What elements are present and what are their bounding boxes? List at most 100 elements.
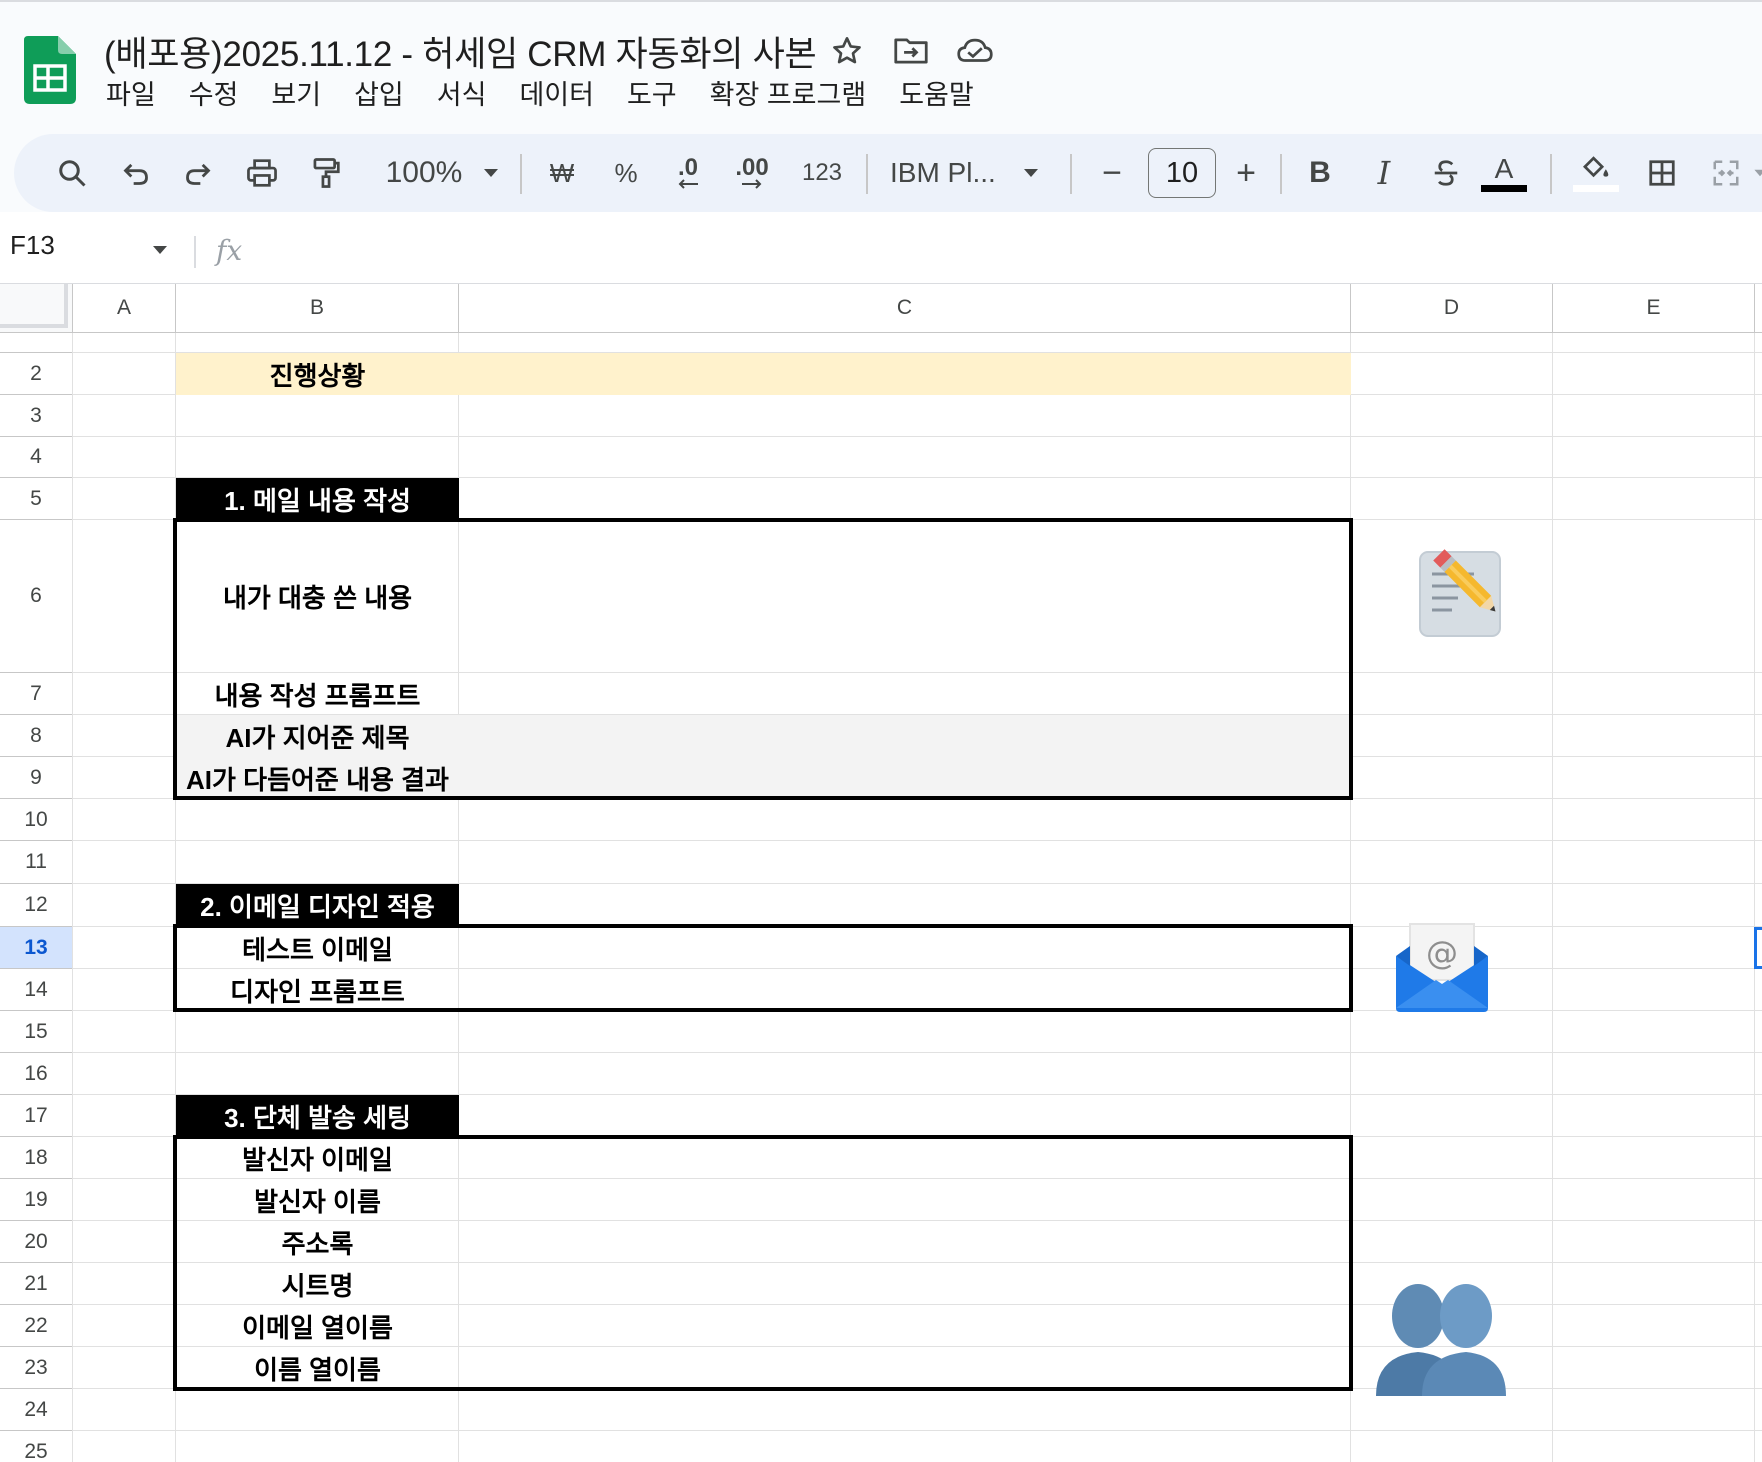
section3-sheet-name-label[interactable]: 시트명	[176, 1263, 459, 1305]
document-title[interactable]: (배포용)2025.11.12 - 허세임 CRM 자동화의 사본	[104, 26, 817, 77]
zoom-chevron-down-icon[interactable]	[476, 134, 506, 212]
row-header-17[interactable]: 17	[0, 1095, 73, 1137]
borders-icon[interactable]	[1640, 134, 1684, 212]
section1-ai-result-label[interactable]: AI가 다듬어준 내용 결과	[176, 757, 459, 799]
font-family-select[interactable]: IBM Pl...	[886, 134, 1016, 212]
row-header-5[interactable]: 5	[0, 478, 73, 520]
more-formats-button[interactable]: 123	[792, 134, 852, 212]
column-header-d[interactable]: D	[1351, 284, 1553, 333]
memo-pencil-icon[interactable]	[1418, 548, 1510, 643]
currency-format-button[interactable]: ₩	[540, 134, 584, 212]
section3-sender-name-label[interactable]: 발신자 이름	[176, 1179, 459, 1221]
move-to-folder-icon[interactable]	[892, 32, 930, 70]
row-header-11[interactable]: 11	[0, 841, 73, 884]
menu-format[interactable]: 서식	[437, 78, 487, 112]
formula-bar: F13 fx	[0, 212, 1762, 284]
section1-ai-title-label[interactable]: AI가 지어준 제목	[176, 715, 459, 757]
cloud-saved-icon[interactable]	[956, 32, 994, 70]
column-header-b[interactable]: B	[176, 284, 459, 333]
decrease-font-size-button[interactable]: −	[1090, 134, 1134, 212]
row-header-18[interactable]: 18	[0, 1137, 73, 1179]
row-header-16[interactable]: 16	[0, 1053, 73, 1095]
percent-format-button[interactable]: %	[604, 134, 648, 212]
section2-design-prompt-label[interactable]: 디자인 프롬프트	[176, 969, 459, 1011]
undo-icon[interactable]	[114, 134, 158, 212]
section3-address-book-label[interactable]: 주소록	[176, 1221, 459, 1263]
row-header-3[interactable]: 3	[0, 395, 73, 437]
column-header-f-partial[interactable]	[1755, 284, 1762, 333]
row-header-24[interactable]: 24	[0, 1389, 73, 1431]
section2-header[interactable]: 2. 이메일 디자인 적용	[176, 884, 459, 926]
merge-cells-icon[interactable]	[1704, 134, 1748, 212]
section3-header[interactable]: 3. 단체 발송 세팅	[176, 1095, 459, 1137]
section3-email-column-label[interactable]: 이메일 열이름	[176, 1305, 459, 1347]
section1-prompt-label[interactable]: 내용 작성 프롬프트	[176, 673, 459, 715]
row-header-20[interactable]: 20	[0, 1221, 73, 1263]
grid-row-line	[73, 840, 1762, 841]
selected-cell-edge	[1754, 927, 1762, 969]
google-sheets-icon[interactable]	[24, 36, 76, 104]
row-header-19[interactable]: 19	[0, 1179, 73, 1221]
row-header-7[interactable]: 7	[0, 673, 73, 715]
select-all-corner[interactable]	[0, 284, 73, 333]
fill-color-icon[interactable]	[1566, 134, 1626, 212]
section2-test-email-label[interactable]: 테스트 이메일	[176, 927, 459, 969]
row-header-23[interactable]: 23	[0, 1347, 73, 1389]
row-header-22[interactable]: 22	[0, 1305, 73, 1347]
row-header-15[interactable]: 15	[0, 1011, 73, 1053]
column-header-e[interactable]: E	[1553, 284, 1755, 333]
row-header-8[interactable]: 8	[0, 715, 73, 757]
row-header-12[interactable]: 12	[0, 884, 73, 927]
paint-format-icon[interactable]	[304, 134, 348, 212]
envelope-at-icon[interactable]: @	[1394, 920, 1490, 1017]
people-silhouette-icon[interactable]	[1376, 1278, 1506, 1403]
zoom-select[interactable]: 100%	[374, 134, 474, 212]
font-size-input[interactable]: 10	[1148, 148, 1216, 198]
strikethrough-icon[interactable]	[1424, 134, 1468, 212]
menu-tools[interactable]: 도구	[627, 78, 677, 112]
row-header-25[interactable]: 25	[0, 1431, 73, 1462]
toolbar-area: 100% ₩ % .0 .00 123 IBM Pl... − 10 + B I	[0, 130, 1762, 212]
row-header-10[interactable]: 10	[0, 799, 73, 841]
column-header-a[interactable]: A	[73, 284, 176, 333]
name-box-chevron-down-icon[interactable]	[152, 242, 168, 260]
name-box[interactable]: F13	[10, 230, 55, 261]
section3-sender-email-label[interactable]: 발신자 이메일	[176, 1137, 459, 1179]
menu-edit[interactable]: 수정	[189, 78, 239, 112]
menu-data[interactable]: 데이터	[519, 78, 594, 112]
row-header-partial[interactable]	[0, 333, 73, 353]
star-icon[interactable]	[828, 32, 866, 70]
section1-rough-draft-label[interactable]: 내가 대충 쓴 내용	[176, 520, 459, 672]
increase-font-size-button[interactable]: +	[1224, 134, 1268, 212]
section3-name-column-label[interactable]: 이름 열이름	[176, 1347, 459, 1389]
row-header-2[interactable]: 2	[0, 353, 73, 395]
italic-button[interactable]: I	[1362, 134, 1406, 212]
decrease-decimal-label: .0	[677, 154, 698, 181]
increase-decimal-button[interactable]: .00	[730, 134, 774, 212]
menu-file[interactable]: 파일	[106, 78, 156, 112]
row-header-14[interactable]: 14	[0, 969, 73, 1011]
toolbar-divider	[1070, 154, 1072, 194]
merge-chevron-down-icon[interactable]	[1750, 134, 1762, 212]
row-header-13[interactable]: 13	[0, 927, 73, 969]
spreadsheet-grid[interactable]: ABCDE 2 3 4 5 6 7 8 9 10 11 12 13 14 15 16 17 18 19 20 21 22…	[0, 284, 1762, 1462]
progress-label[interactable]: 진행상황	[176, 353, 459, 395]
column-header-c[interactable]: C	[459, 284, 1351, 333]
row-header-9[interactable]: 9	[0, 757, 73, 799]
menu-help[interactable]: 도움말	[899, 78, 974, 112]
font-chevron-down-icon[interactable]	[1016, 134, 1046, 212]
decrease-decimal-button[interactable]: .0	[666, 134, 710, 212]
formula-input[interactable]	[260, 226, 1740, 270]
menu-view[interactable]: 보기	[271, 78, 321, 112]
menu-extensions[interactable]: 확장 프로그램	[710, 78, 867, 112]
row-header-6[interactable]: 6	[0, 520, 73, 673]
section1-header[interactable]: 1. 메일 내용 작성	[176, 478, 459, 520]
print-icon[interactable]	[240, 134, 284, 212]
menu-insert[interactable]: 삽입	[354, 78, 404, 112]
search-icon[interactable]	[50, 134, 94, 212]
redo-icon[interactable]	[176, 134, 220, 212]
text-color-button[interactable]: A	[1474, 134, 1534, 212]
bold-button[interactable]: B	[1298, 134, 1342, 212]
row-header-4[interactable]: 4	[0, 437, 73, 478]
row-header-21[interactable]: 21	[0, 1263, 73, 1305]
